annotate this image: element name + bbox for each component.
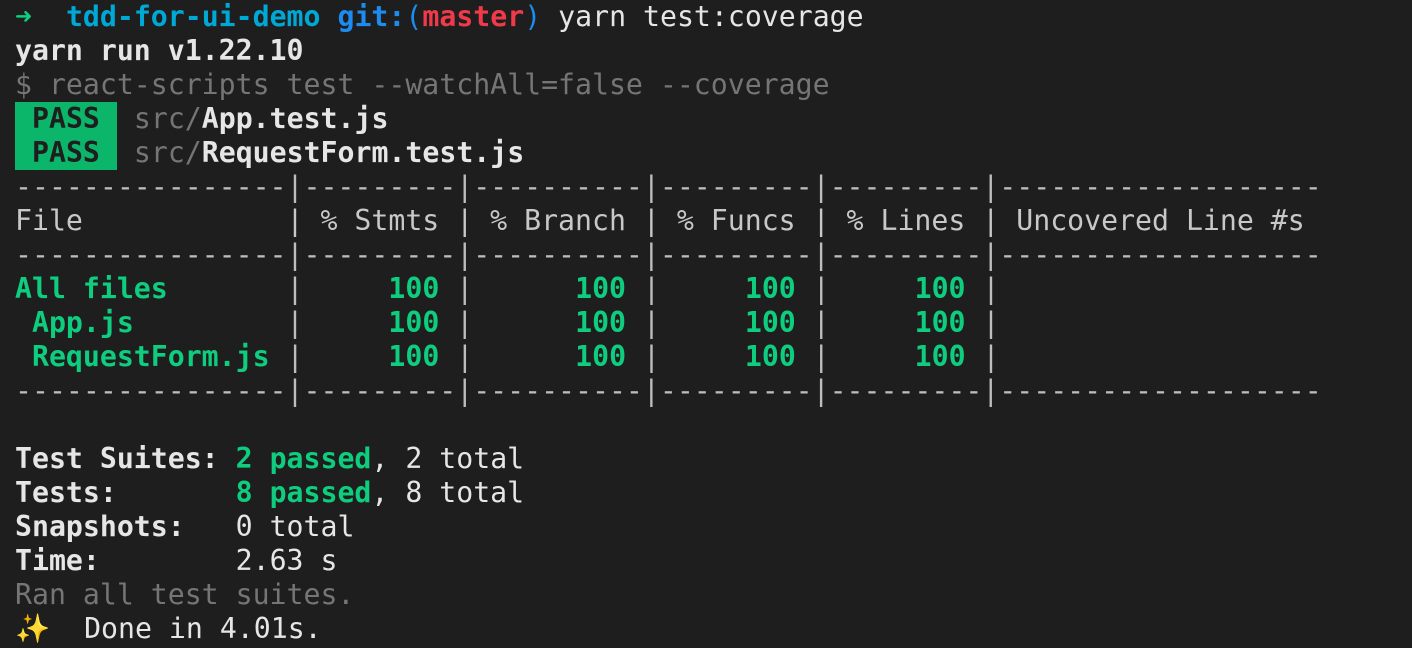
branch-value: 100 xyxy=(575,340,627,373)
branch-value: 100 xyxy=(575,272,627,305)
done-line: ✨ Done in 4.01s. xyxy=(15,612,1322,646)
test-file-name: RequestForm.test.js xyxy=(201,136,525,169)
test-file-name: App.test.js xyxy=(201,102,389,135)
table-header: File | % Stmts | % Branch | % Funcs | % … xyxy=(15,204,1322,237)
stmts-value: 100 xyxy=(388,306,440,339)
test-result-row: PASS src/App.test.js xyxy=(15,102,1322,136)
git-label: git: xyxy=(337,0,406,33)
branch-value: 100 xyxy=(575,306,627,339)
test-result-row: PASS src/RequestForm.test.js xyxy=(15,136,1322,170)
snapshots-label: Snapshots: xyxy=(15,510,185,543)
summary-suites: Test Suites: 2 passed, 2 total xyxy=(15,442,1322,476)
suites-label: Test Suites: xyxy=(15,442,219,475)
file-name: App.js xyxy=(31,306,134,339)
pass-badge: PASS xyxy=(15,136,117,170)
prompt-line: ➜ tdd-for-ui-demo git:(master) yarn test… xyxy=(15,0,1322,34)
stmts-value: 100 xyxy=(388,340,440,373)
table-separator: ----------------|---------|----------|--… xyxy=(15,238,1322,271)
lines-value: 100 xyxy=(914,340,966,373)
summary-time: Time: 2.63 s xyxy=(15,544,1322,578)
table-row: App.js | 100 | 100 | 100 | 100 | xyxy=(31,306,1000,339)
script-line: $ react-scripts test --watchAll=false --… xyxy=(15,68,830,101)
current-directory: tdd-for-ui-demo xyxy=(65,0,321,33)
suites-passed: 2 passed xyxy=(235,442,372,475)
snapshots-value: 0 total xyxy=(235,510,355,543)
lines-value: 100 xyxy=(914,272,966,305)
prompt-arrow-icon: ➜ xyxy=(15,0,32,33)
ran-all-line: Ran all test suites. xyxy=(15,578,355,611)
test-file-dir: src/ xyxy=(133,102,202,135)
table-row: All files | 100 | 100 | 100 | 100 | xyxy=(15,272,1000,305)
sparkles-icon: ✨ xyxy=(15,612,51,645)
funcs-value: 100 xyxy=(744,340,796,373)
tests-total: , 8 total xyxy=(371,476,525,509)
summary-snapshots: Snapshots: 0 total xyxy=(15,510,1322,544)
file-name: All files xyxy=(15,272,168,305)
funcs-value: 100 xyxy=(744,272,796,305)
suites-total: , 2 total xyxy=(371,442,525,475)
file-name: RequestForm.js xyxy=(31,340,270,373)
stmts-value: 100 xyxy=(388,272,440,305)
git-branch: master xyxy=(422,0,525,33)
time-label: Time: xyxy=(15,544,100,577)
terminal: ➜ tdd-for-ui-demo git:(master) yarn test… xyxy=(15,0,1322,646)
test-file-dir: src/ xyxy=(133,136,202,169)
table-row: RequestForm.js | 100 | 100 | 100 | 100 | xyxy=(31,340,1000,373)
time-value: 2.63 s xyxy=(235,544,338,577)
lines-value: 100 xyxy=(914,306,966,339)
done-text: Done in 4.01s. xyxy=(84,612,322,645)
pass-badge: PASS xyxy=(15,102,117,136)
table-separator: ----------------|---------|----------|--… xyxy=(15,170,1322,203)
summary-tests: Tests: 8 passed, 8 total xyxy=(15,476,1322,510)
funcs-value: 100 xyxy=(744,306,796,339)
paren-open: ( xyxy=(405,0,423,33)
paren-close: ) xyxy=(524,0,542,33)
tests-passed: 8 passed xyxy=(235,476,372,509)
yarn-version-line: yarn run v1.22.10 xyxy=(15,34,304,67)
command-text: yarn test:coverage xyxy=(558,0,864,33)
tests-label: Tests: xyxy=(15,476,117,509)
table-separator: ----------------|---------|----------|--… xyxy=(15,374,1322,407)
